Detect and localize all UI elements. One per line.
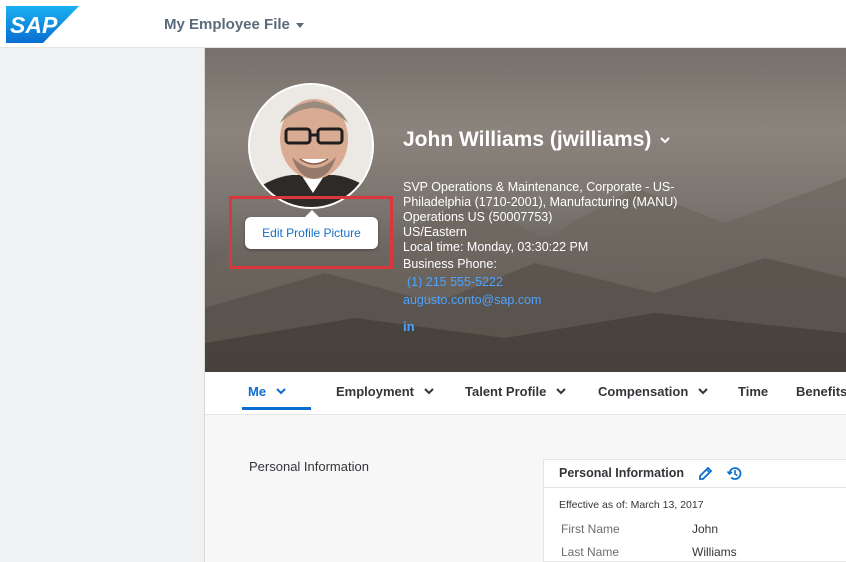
app-title: My Employee File bbox=[164, 16, 290, 33]
card-header: Personal Information bbox=[544, 460, 846, 488]
tab-label: Me bbox=[248, 384, 267, 399]
first-name-value: John bbox=[692, 522, 719, 536]
history-icon[interactable] bbox=[726, 465, 743, 482]
tab-label: Compensation bbox=[598, 384, 689, 399]
shell-bar: SAP My Employee File bbox=[0, 0, 846, 48]
sap-logo-text: SAP bbox=[10, 12, 58, 38]
chevron-down-icon bbox=[556, 388, 567, 395]
app-title-menu[interactable]: My Employee File bbox=[164, 16, 304, 33]
tab-bar: Me Employment Talent Profile Compensatio… bbox=[205, 372, 846, 415]
timezone: US/Eastern bbox=[403, 225, 467, 239]
job-title-line1: SVP Operations & Maintenance, Corporate … bbox=[403, 180, 675, 194]
linkedin-icon[interactable]: in bbox=[403, 319, 415, 334]
tab-me[interactable]: Me bbox=[248, 384, 286, 399]
employee-info: SVP Operations & Maintenance, Corporate … bbox=[403, 180, 693, 308]
tab-compensation[interactable]: Compensation bbox=[598, 384, 709, 399]
pencil-icon[interactable] bbox=[697, 465, 714, 482]
profile-header: Edit Profile Picture John Williams (jwil… bbox=[205, 48, 846, 372]
last-name-label: Last Name bbox=[561, 545, 620, 559]
tab-label: Talent Profile bbox=[465, 384, 547, 399]
active-tab-indicator bbox=[242, 407, 311, 410]
tab-time[interactable]: Time bbox=[738, 384, 768, 399]
first-name-label: First Name bbox=[561, 522, 620, 536]
tab-label: Employment bbox=[336, 384, 415, 399]
business-phone-label: Business Phone: bbox=[403, 257, 497, 271]
employee-name: John Williams (jwilliams) bbox=[403, 128, 652, 151]
chevron-down-icon bbox=[698, 388, 709, 395]
person-photo bbox=[250, 85, 372, 207]
tab-employment[interactable]: Employment bbox=[336, 384, 434, 399]
card-title: Personal Information bbox=[559, 466, 685, 480]
section-title: Personal Information bbox=[249, 459, 369, 474]
business-phone-link[interactable]: (1) 215 555-5222 bbox=[407, 275, 693, 290]
chevron-down-icon bbox=[424, 388, 434, 395]
caret-down-icon bbox=[295, 23, 304, 28]
last-name-value: Williams bbox=[692, 545, 737, 559]
effective-date: Effective as of: March 13, 2017 bbox=[559, 499, 704, 511]
email-link[interactable]: augusto.conto@sap.com bbox=[403, 293, 693, 308]
tab-label: Benefits bbox=[796, 384, 846, 399]
tab-benefits[interactable]: Benefits bbox=[796, 384, 846, 399]
highlight-box bbox=[229, 196, 393, 269]
personal-information-card: Personal Information Effective as of: Ma… bbox=[543, 459, 846, 562]
sap-logo[interactable]: SAP bbox=[6, 6, 79, 43]
chevron-down-icon[interactable] bbox=[659, 134, 671, 146]
job-title-line2: Philadelphia (1710-2001), Manufacturing … bbox=[403, 195, 678, 209]
tab-label: Time bbox=[738, 384, 769, 399]
profile-avatar[interactable] bbox=[248, 83, 374, 209]
main-content: Personal Information Personal Informatio… bbox=[205, 415, 846, 562]
local-time: Local time: Monday, 03:30:22 PM bbox=[403, 240, 589, 254]
job-title-line3: Operations US (50007753) bbox=[403, 210, 553, 224]
tab-talent-profile[interactable]: Talent Profile bbox=[465, 384, 567, 399]
left-sidebar bbox=[0, 48, 205, 562]
chevron-down-icon bbox=[276, 388, 286, 395]
